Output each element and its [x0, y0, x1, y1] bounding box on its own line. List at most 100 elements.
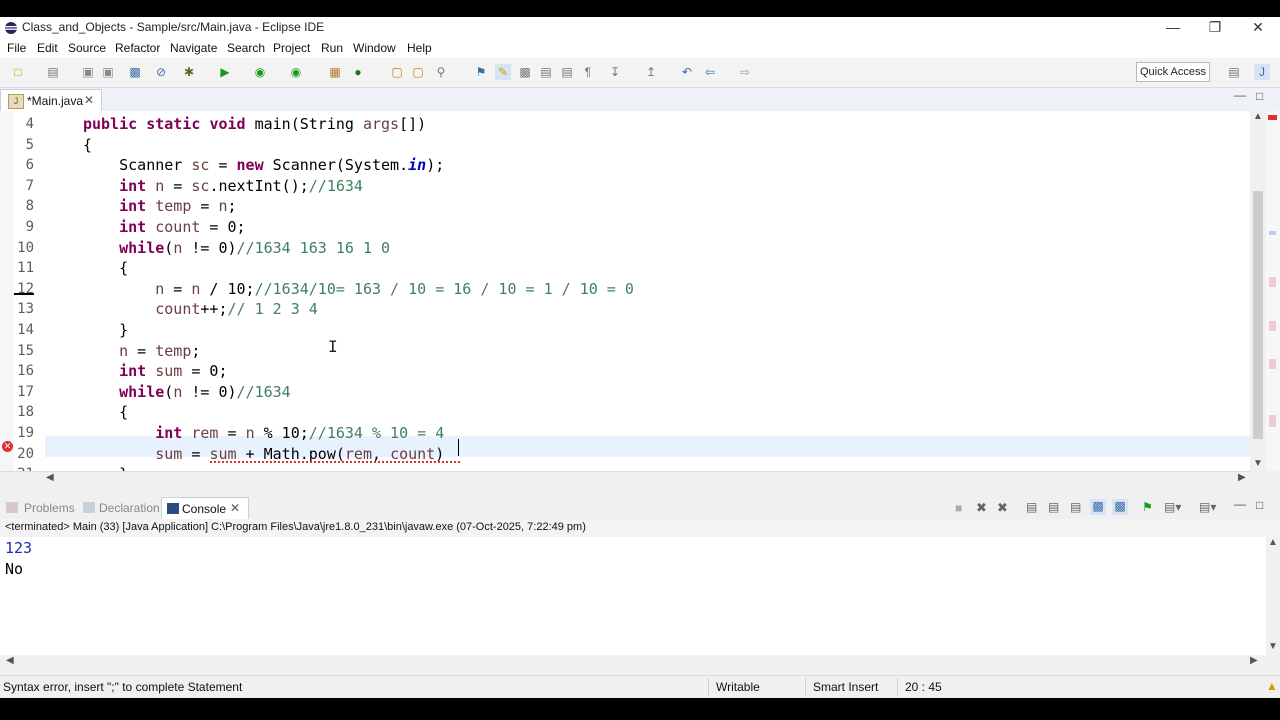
- code-line[interactable]: while(n != 0)//1634 163 16 1 0: [83, 239, 390, 257]
- menu-refactor[interactable]: Refactor: [115, 41, 160, 55]
- open-perspective-icon[interactable]: ▤: [1226, 64, 1242, 80]
- code-line[interactable]: int count = 0;: [83, 218, 245, 236]
- breadcrumb-icon[interactable]: ⚑: [473, 64, 489, 80]
- menu-project[interactable]: Project: [273, 41, 310, 55]
- console-horizontal-scrollbar[interactable]: ◀ ▶: [0, 655, 1266, 669]
- editor-vertical-scrollbar[interactable]: ▲ ▼: [1250, 111, 1266, 471]
- last-edit-icon[interactable]: ↶: [679, 64, 695, 80]
- show-on-output-icon[interactable]: ▩: [1090, 499, 1106, 515]
- mark-occurrences-icon[interactable]: ✎: [495, 64, 511, 80]
- scroll-thumb[interactable]: [1253, 191, 1263, 439]
- java-perspective-icon[interactable]: J: [1254, 64, 1270, 80]
- word-wrap-icon[interactable]: ▤: [538, 64, 554, 80]
- tab-main-java[interactable]: J *Main.java ✕: [0, 89, 102, 112]
- menu-help[interactable]: Help: [407, 41, 432, 55]
- code-line[interactable]: {: [83, 136, 92, 154]
- error-marker-icon[interactable]: ✕: [2, 441, 13, 452]
- open-console-icon[interactable]: ▤▾: [1199, 500, 1216, 514]
- back-icon[interactable]: ⇦: [702, 64, 718, 80]
- scroll-down-icon[interactable]: ▼: [1253, 458, 1263, 469]
- block-selection-icon[interactable]: ▩: [517, 64, 533, 80]
- menu-file[interactable]: File: [7, 41, 26, 55]
- code-line[interactable]: count++;// 1 2 3 4: [83, 300, 318, 318]
- menu-search[interactable]: Search: [227, 41, 265, 55]
- console-output[interactable]: 123 No: [0, 537, 1266, 655]
- close-console-icon[interactable]: ✕: [230, 501, 240, 515]
- debug-icon[interactable]: ✱: [181, 64, 197, 80]
- pin-console-icon[interactable]: ⚑: [1142, 500, 1153, 514]
- search-icon[interactable]: ⚲: [433, 64, 449, 80]
- console-scroll-up-icon[interactable]: ▲: [1268, 537, 1278, 548]
- scroll-right-icon[interactable]: ▶: [1238, 472, 1246, 483]
- restore-button[interactable]: ❐: [1192, 17, 1238, 39]
- code-line[interactable]: int rem = n % 10;//1634 % 10 = 4: [83, 424, 444, 442]
- terminal-icon[interactable]: ▩: [127, 64, 143, 80]
- show-whitespace-icon[interactable]: ▤: [559, 64, 575, 80]
- clear-console-icon[interactable]: ▤: [1026, 500, 1037, 514]
- menu-window[interactable]: Window: [353, 41, 396, 55]
- menu-source[interactable]: Source: [68, 41, 106, 55]
- scroll-up-icon[interactable]: ▲: [1253, 111, 1263, 122]
- tab-console[interactable]: Console: [182, 502, 226, 516]
- next-annotation-icon[interactable]: ↧: [607, 64, 623, 80]
- code-line[interactable]: n = temp;: [83, 342, 200, 360]
- open-type-icon[interactable]: ▢: [389, 64, 405, 80]
- code-line[interactable]: Scanner sc = new Scanner(System.in);: [83, 156, 444, 174]
- new-class-icon[interactable]: ●: [350, 64, 366, 80]
- code-line[interactable]: }: [83, 321, 128, 339]
- code-line[interactable]: public static void main(String args[]): [83, 115, 426, 133]
- menu-navigate[interactable]: Navigate: [170, 41, 217, 55]
- save-icon[interactable]: ▣: [80, 64, 96, 80]
- code-line[interactable]: while(n != 0)//1634: [83, 383, 291, 401]
- new-java-project-icon[interactable]: ▦: [327, 64, 343, 80]
- prev-annotation-icon[interactable]: ↥: [643, 64, 659, 80]
- scroll-left-icon[interactable]: ◀: [46, 472, 54, 483]
- run-icon[interactable]: ▶: [217, 64, 233, 80]
- overview-ruler[interactable]: [1266, 111, 1280, 471]
- code-line[interactable]: {: [83, 259, 128, 277]
- minimize-button[interactable]: —: [1150, 17, 1196, 39]
- code-line[interactable]: int n = sc.nextInt();//1634: [83, 177, 363, 195]
- maximize-console-icon[interactable]: □: [1256, 498, 1263, 512]
- forward-icon[interactable]: ⇨: [737, 64, 753, 80]
- tab-console-container[interactable]: Console ✕: [161, 497, 249, 520]
- menu-run[interactable]: Run: [321, 41, 343, 55]
- close-window-button[interactable]: ✕: [1235, 17, 1280, 39]
- open-task-icon[interactable]: ▢: [410, 64, 426, 80]
- save-all-icon[interactable]: ▣: [100, 64, 116, 80]
- console-vertical-scrollbar[interactable]: ▲ ▼: [1266, 537, 1280, 655]
- annotation-ruler: [0, 111, 14, 471]
- minimize-editor-icon[interactable]: —: [1234, 88, 1246, 102]
- pilcrow-icon[interactable]: ¶: [580, 64, 596, 80]
- terminate-icon[interactable]: ■: [955, 501, 962, 515]
- tab-problems[interactable]: Problems: [24, 501, 75, 515]
- console-scroll-right-icon[interactable]: ▶: [1250, 655, 1258, 666]
- new-icon[interactable]: □: [10, 64, 26, 80]
- editor-horizontal-scrollbar[interactable]: ◀ ▶: [0, 471, 1250, 486]
- code-line[interactable]: int sum = 0;: [83, 362, 227, 380]
- minimize-console-icon[interactable]: —: [1234, 497, 1246, 511]
- tab-declaration[interactable]: Declaration: [99, 501, 160, 515]
- overview-error-icon[interactable]: [1268, 115, 1277, 120]
- coverage-icon[interactable]: ◉: [252, 64, 268, 80]
- code-editor[interactable]: 4 public static void main(String args[]) 5…: [0, 111, 1266, 471]
- console-scroll-down-icon[interactable]: ▼: [1268, 641, 1278, 652]
- new-package-icon[interactable]: ▤: [45, 64, 61, 80]
- console-scroll-left-icon[interactable]: ◀: [6, 655, 14, 666]
- scroll-lock-icon[interactable]: ▤: [1048, 500, 1059, 514]
- menu-edit[interactable]: Edit: [37, 41, 58, 55]
- show-on-error-icon[interactable]: ▩: [1112, 499, 1128, 515]
- code-line[interactable]: {: [83, 403, 128, 421]
- remove-all-icon[interactable]: ✖: [997, 500, 1008, 516]
- quick-access-field[interactable]: Quick Access: [1136, 62, 1210, 82]
- remove-launch-icon[interactable]: ✖: [976, 500, 987, 516]
- notification-icon[interactable]: ▲: [1266, 679, 1278, 693]
- maximize-editor-icon[interactable]: □: [1256, 89, 1263, 103]
- word-wrap-console-icon[interactable]: ▤: [1070, 500, 1081, 514]
- code-line[interactable]: n = n / 10;//1634/10= 163 / 10 = 16 / 10…: [83, 280, 634, 298]
- external-tools-icon[interactable]: ◉: [288, 64, 304, 80]
- skip-breakpoints-icon[interactable]: ⊘: [153, 64, 169, 80]
- display-console-icon[interactable]: ▤▾: [1164, 500, 1181, 514]
- close-tab-icon[interactable]: ✕: [84, 93, 94, 107]
- code-line[interactable]: int temp = n;: [83, 197, 236, 215]
